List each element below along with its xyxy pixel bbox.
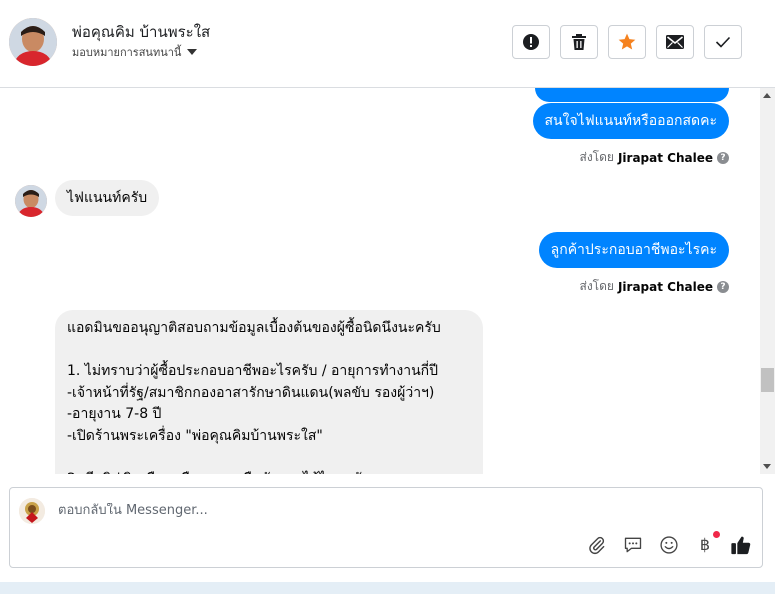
contact-name[interactable]: พ่อคุณคิม บ้านพระใส <box>72 20 210 44</box>
thread-scrollbar[interactable] <box>760 88 775 474</box>
message-bubble-outgoing[interactable]: สนใจไฟแนนท์หรือออกสดคะ <box>532 103 729 139</box>
mark-unread-button[interactable] <box>656 25 694 59</box>
message-bubble-outgoing[interactable]: ลูกค้าประกอบอาชีพอะไรคะ <box>538 232 729 268</box>
contact-avatar-small <box>15 185 47 217</box>
sent-by-label: ส่งโดย Jirapat Chalee ? <box>579 277 729 296</box>
assign-conversation-dropdown[interactable]: มอบหมายการสนทนานี้ <box>72 43 198 61</box>
scrollbar-thumb[interactable] <box>761 368 774 392</box>
saved-replies-button[interactable] <box>622 534 644 556</box>
message-bubble-incoming[interactable]: ไฟแนนท์ครับ <box>55 180 160 216</box>
sent-by-prefix: ส่งโดย <box>579 150 614 164</box>
help-icon[interactable]: ? <box>717 280 729 293</box>
composer-actions: ฿ <box>586 531 752 556</box>
conversation-header: พ่อคุณคิม บ้านพระใส มอบหมายการสนทนานี้ <box>0 0 775 88</box>
envelope-icon <box>666 35 684 49</box>
sender-name: Jirapat Chalee <box>617 150 713 165</box>
trash-icon <box>572 34 586 50</box>
message-thread[interactable]: สนใจไฟแนนท์หรือออกสดคะ ส่งโดย Jirapat Ch… <box>0 88 760 474</box>
help-icon[interactable]: ? <box>717 151 729 164</box>
delete-button[interactable] <box>560 25 598 59</box>
done-button[interactable] <box>704 25 742 59</box>
assign-label: มอบหมายการสนทนานี้ <box>72 46 182 59</box>
sent-by-label: ส่งโดย Jirapat Chalee ? <box>579 148 729 167</box>
emoji-icon <box>660 536 678 554</box>
scroll-down-arrow-icon[interactable] <box>763 464 771 469</box>
caret-down-icon <box>187 49 198 55</box>
check-icon <box>715 36 731 48</box>
scroll-up-arrow-icon[interactable] <box>763 93 771 98</box>
emoji-button[interactable] <box>658 534 680 556</box>
contact-avatar[interactable] <box>9 18 57 66</box>
saved-replies-icon <box>624 537 642 553</box>
exclamation-circle-icon <box>523 34 539 50</box>
message-bubble-outgoing-partial <box>535 88 729 102</box>
report-button[interactable] <box>512 25 550 59</box>
baht-icon: ฿ <box>699 535 711 554</box>
sent-by-prefix: ส่งโดย <box>579 279 614 293</box>
payment-button[interactable]: ฿ <box>694 531 720 556</box>
page-footer-strip <box>0 582 775 594</box>
star-button[interactable] <box>608 25 646 59</box>
sender-name: Jirapat Chalee <box>617 279 713 294</box>
reply-composer: ฿ <box>9 487 763 568</box>
like-icon <box>731 536 751 555</box>
paperclip-icon <box>589 536 605 555</box>
like-button[interactable] <box>730 534 752 556</box>
star-icon <box>618 33 636 50</box>
notification-dot <box>713 531 720 538</box>
attach-button[interactable] <box>586 534 608 556</box>
message-bubble-incoming-long[interactable]: แอดมินขออนุญาติสอบถามข้อมูลเบื้องต้นของผ… <box>55 310 483 474</box>
page-avatar <box>19 498 45 524</box>
reply-input[interactable] <box>58 503 558 518</box>
